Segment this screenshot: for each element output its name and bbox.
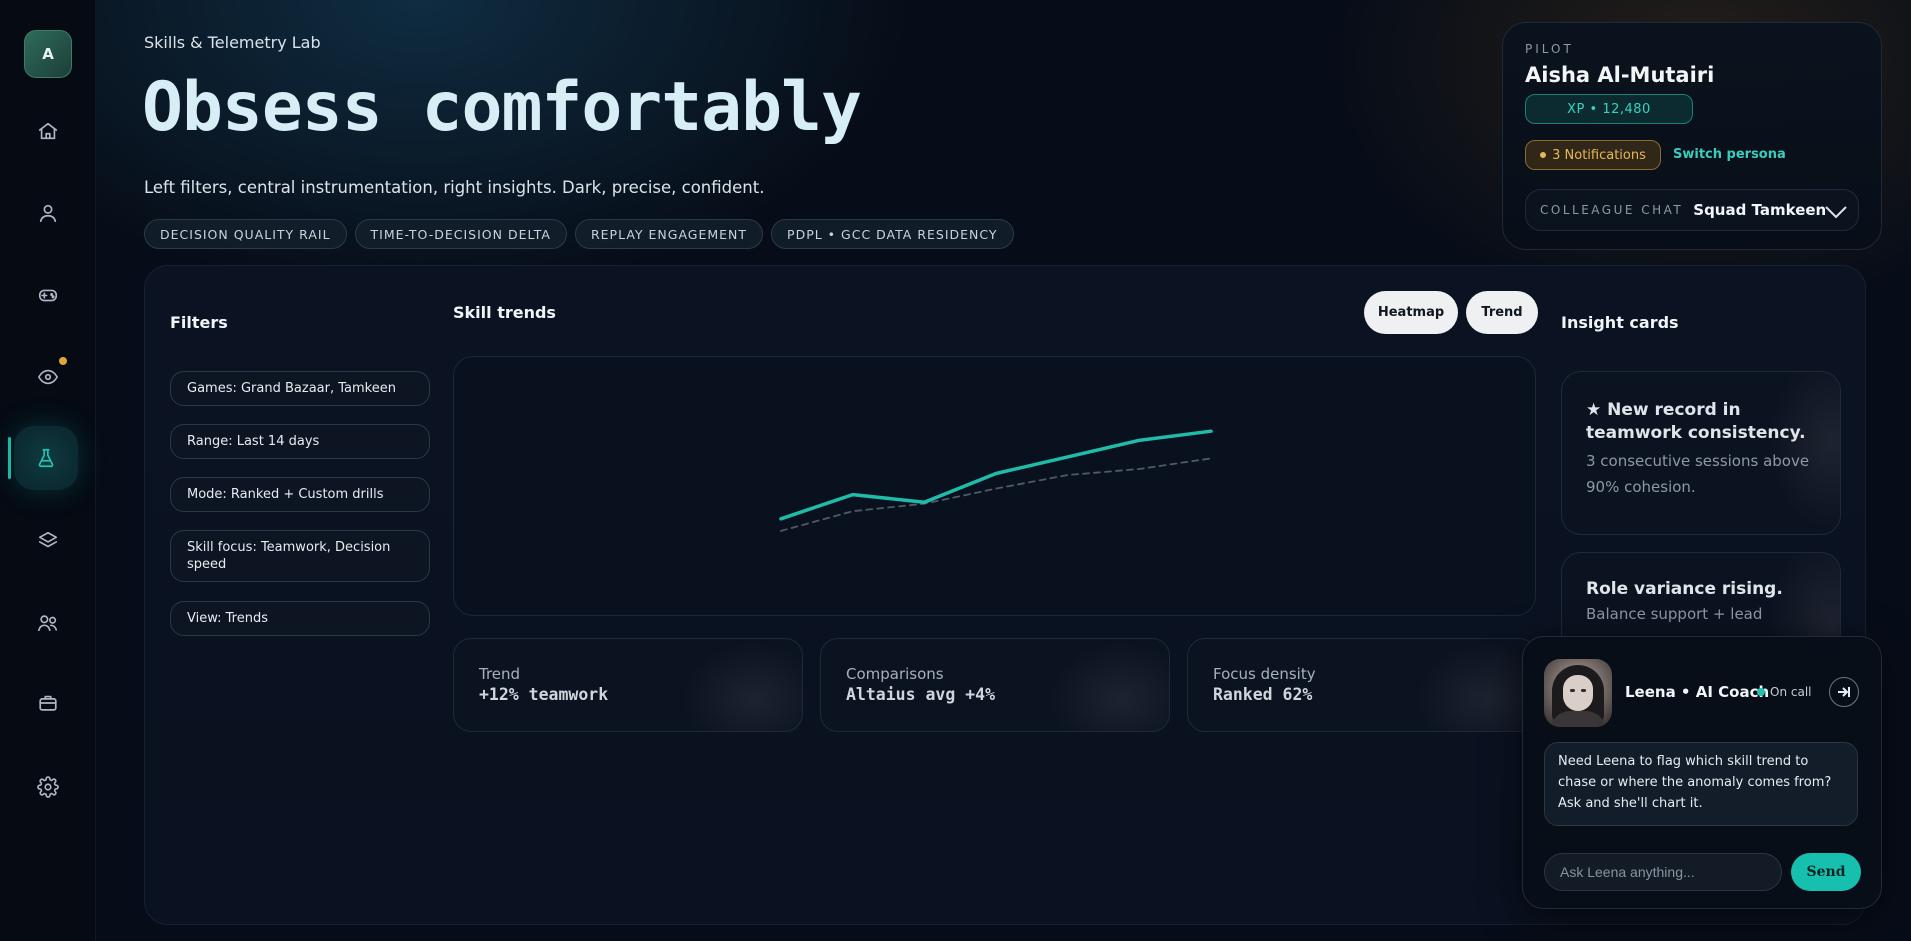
- insight-title: ★ New record in teamwork consistency.: [1586, 400, 1806, 443]
- notification-dot: [1540, 152, 1547, 158]
- pilot-card: PILOT Aisha Al-Mutairi XP • 12,480 3 Not…: [1502, 22, 1882, 250]
- home-icon: [38, 122, 58, 140]
- coach-status: On call: [1757, 685, 1811, 699]
- nav-inventory-button[interactable]: [24, 679, 72, 727]
- skill-trend-chart: [453, 356, 1536, 616]
- layers-icon: [38, 531, 58, 548]
- metric-value: Altaius avg +4%: [846, 685, 996, 704]
- filter-games[interactable]: Games: Grand Bazaar, Tamkeen: [170, 371, 430, 406]
- collapse-chat-button[interactable]: [1829, 677, 1859, 707]
- sidebar: A: [0, 0, 96, 941]
- gamepad-icon: [38, 289, 58, 302]
- nav-team-button[interactable]: [24, 599, 72, 647]
- feature-chip[interactable]: REPLAY ENGAGEMENT: [574, 219, 764, 249]
- nav-lab-button[interactable]: [14, 426, 78, 490]
- baseline-series-line: [780, 457, 1212, 532]
- send-button[interactable]: Send: [1791, 853, 1861, 891]
- filter-mode[interactable]: Mode: Ranked + Custom drills: [170, 477, 430, 512]
- trend-series-line: [779, 429, 1213, 521]
- page-eyebrow: Skills & Telemetry Lab: [144, 33, 321, 52]
- feature-chip[interactable]: TIME-TO-DECISION DELTA: [354, 219, 567, 249]
- chevron-down-icon: [1822, 200, 1850, 226]
- trend-toggle[interactable]: Trend: [1466, 291, 1538, 334]
- insight-body: Balance support + lead: [1586, 605, 1763, 623]
- switch-persona-link[interactable]: Switch persona: [1673, 147, 1786, 162]
- metric-card-comparisons: Comparisons Altaius avg +4%: [820, 638, 1170, 732]
- user-icon: [39, 204, 57, 223]
- users-icon: [38, 615, 58, 632]
- online-status-dot: [1757, 688, 1765, 696]
- feature-chips: DECISION QUALITY RAIL TIME-TO-DECISION D…: [144, 219, 1014, 249]
- feature-chip[interactable]: DECISION QUALITY RAIL: [144, 219, 347, 249]
- coach-chat-input[interactable]: [1544, 853, 1782, 891]
- filter-skill-focus[interactable]: Skill focus: Teamwork, Decision speed: [170, 530, 430, 582]
- nav-games-button[interactable]: [24, 271, 72, 319]
- profile-avatar-button[interactable]: A: [24, 30, 72, 78]
- nav-settings-button[interactable]: [24, 763, 72, 811]
- filter-range[interactable]: Range: Last 14 days: [170, 424, 430, 459]
- metric-card-trend: Trend +12% teamwork: [453, 638, 803, 732]
- flask-icon: [38, 448, 54, 468]
- colleague-chat-select[interactable]: COLLEAGUE CHAT Squad Tamkeen: [1525, 189, 1859, 231]
- insight-cards-title: Insight cards: [1561, 313, 1679, 332]
- filter-view[interactable]: View: Trends: [170, 601, 430, 636]
- metric-label: Focus density: [1213, 665, 1316, 683]
- skill-trends-title: Skill trends: [453, 303, 556, 322]
- colleague-chat-value: Squad Tamkeen: [1693, 201, 1827, 219]
- eye-icon: [38, 369, 58, 385]
- coach-status-label: On call: [1770, 685, 1812, 699]
- pilot-name: Aisha Al-Mutairi: [1525, 63, 1715, 87]
- metric-label: Trend: [479, 665, 521, 683]
- metric-label: Comparisons: [846, 665, 944, 683]
- ai-coach-panel: Leena • AI Coach On call Need Leena to f…: [1522, 636, 1882, 909]
- pilot-label: PILOT: [1525, 42, 1574, 56]
- notifications-button[interactable]: 3 Notifications: [1525, 140, 1661, 170]
- coach-avatar: [1544, 659, 1612, 727]
- coach-name: Leena • AI Coach: [1625, 683, 1770, 701]
- page-title: Obsess comfortably: [142, 68, 862, 147]
- filters-title: Filters: [170, 313, 228, 332]
- gear-icon: [37, 776, 59, 798]
- notifications-label: 3 Notifications: [1552, 147, 1646, 163]
- briefcase-icon: [39, 695, 57, 711]
- trend-chart-svg: [779, 429, 1213, 532]
- notification-dot: [59, 357, 67, 365]
- nav-modules-button[interactable]: [24, 517, 72, 565]
- page-subtitle: Left filters, central instrumentation, r…: [144, 178, 765, 197]
- insight-body: 3 consecutive sessions above 90% cohesio…: [1586, 452, 1810, 496]
- colleague-chat-label: COLLEAGUE CHAT: [1540, 203, 1684, 217]
- coach-message: Need Leena to flag which skill trend to …: [1544, 742, 1858, 826]
- metric-value: Ranked 62%: [1213, 685, 1313, 704]
- metric-card-focus-density: Focus density Ranked 62%: [1187, 638, 1537, 732]
- metric-value: +12% teamwork: [479, 685, 609, 704]
- xp-badge: XP • 12,480: [1525, 94, 1693, 124]
- feature-chip[interactable]: PDPL • GCC DATA RESIDENCY: [771, 219, 1014, 249]
- nav-home-button[interactable]: [24, 107, 72, 155]
- active-indicator: [8, 437, 11, 479]
- insight-card[interactable]: ★ New record in teamwork consistency. 3 …: [1561, 371, 1841, 535]
- heatmap-toggle[interactable]: Heatmap: [1364, 291, 1458, 334]
- collapse-icon: [1838, 687, 1850, 697]
- insight-title: Role variance rising.: [1586, 579, 1783, 599]
- nav-profile-button[interactable]: [24, 189, 72, 237]
